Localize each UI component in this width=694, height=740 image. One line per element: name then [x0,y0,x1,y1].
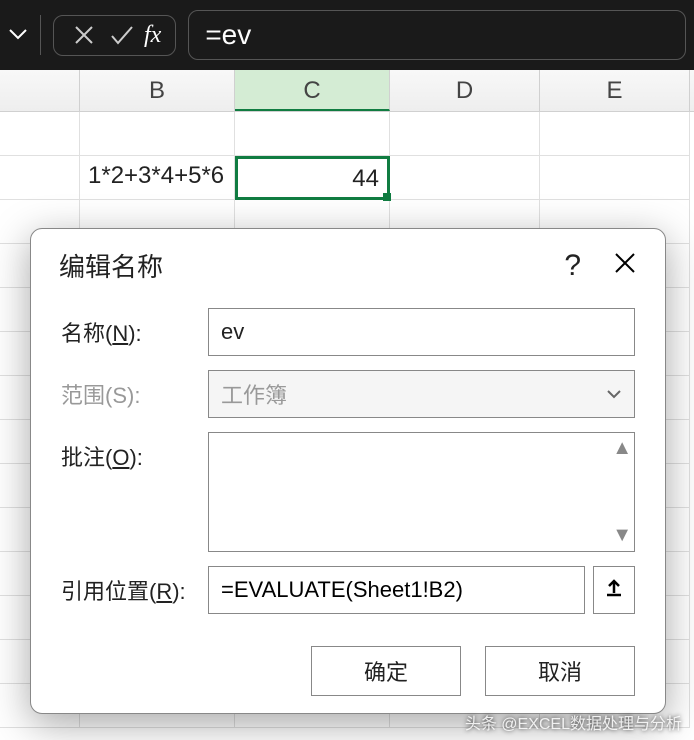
name-box-area [8,24,28,47]
cell[interactable] [80,112,235,156]
refers-row: 引用位置(R): [61,566,635,614]
formula-bar: fx [0,0,694,70]
close-icon [613,251,637,275]
table-row: 1*2+3*4+5*6 44 [0,156,694,200]
dialog-title: 编辑名称 [59,247,163,284]
cancel-icon[interactable] [68,24,100,46]
col-header-c[interactable]: C [235,70,390,111]
col-header-a[interactable] [0,70,80,111]
refers-label: 引用位置(R): [61,566,196,606]
chevron-down-icon [606,384,622,405]
edit-name-dialog: 编辑名称 ? 名称(N): 范围(S): 工作簿 [30,228,666,714]
cell[interactable] [235,112,390,156]
cell[interactable] [390,156,540,200]
ok-button[interactable]: 确定 [311,646,461,696]
name-label: 名称(N): [61,308,196,348]
cell[interactable] [0,112,80,156]
formula-bar-buttons: fx [53,15,176,56]
column-headers: B C D E [0,70,694,112]
table-row [0,112,694,156]
name-row: 名称(N): [61,308,635,356]
watermark: 头条 @EXCEL数据处理与分析 [465,710,682,734]
name-input[interactable] [208,308,635,356]
cell[interactable] [540,112,690,156]
enter-icon[interactable] [106,24,138,46]
cell-b2[interactable]: 1*2+3*4+5*6 [80,156,235,200]
scope-label: 范围(S): [61,370,196,410]
formula-input[interactable] [188,10,686,60]
name-box-dropdown-icon[interactable] [8,24,28,47]
cell[interactable] [0,156,80,200]
refers-input[interactable] [208,566,585,614]
scope-row: 范围(S): 工作簿 [61,370,635,418]
collapse-icon [604,577,624,603]
cell[interactable] [390,112,540,156]
scroll-up-icon[interactable]: ▲ [612,437,632,460]
separator [40,15,41,55]
scope-value: 工作簿 [221,378,287,410]
fx-icon[interactable]: fx [144,22,161,49]
comment-textarea[interactable]: ▲ ▼ [208,432,635,552]
cancel-button[interactable]: 取消 [485,646,635,696]
cell[interactable] [540,156,690,200]
dialog-buttons: 确定 取消 [31,628,665,696]
comment-label: 批注(O): [61,432,196,472]
help-button[interactable]: ? [564,249,581,283]
dialog-body: 名称(N): 范围(S): 工作簿 批注(O): ▲ ▼ [31,298,665,614]
col-header-b[interactable]: B [80,70,235,111]
scroll-down-icon[interactable]: ▼ [612,524,632,547]
close-button[interactable] [613,249,637,283]
col-header-e[interactable]: E [540,70,690,111]
comment-row: 批注(O): ▲ ▼ [61,432,635,552]
collapse-dialog-button[interactable] [593,566,635,614]
scope-select[interactable]: 工作簿 [208,370,635,418]
cell-c2-active[interactable]: 44 [235,156,390,200]
col-header-d[interactable]: D [390,70,540,111]
dialog-titlebar: 编辑名称 ? [31,229,665,298]
